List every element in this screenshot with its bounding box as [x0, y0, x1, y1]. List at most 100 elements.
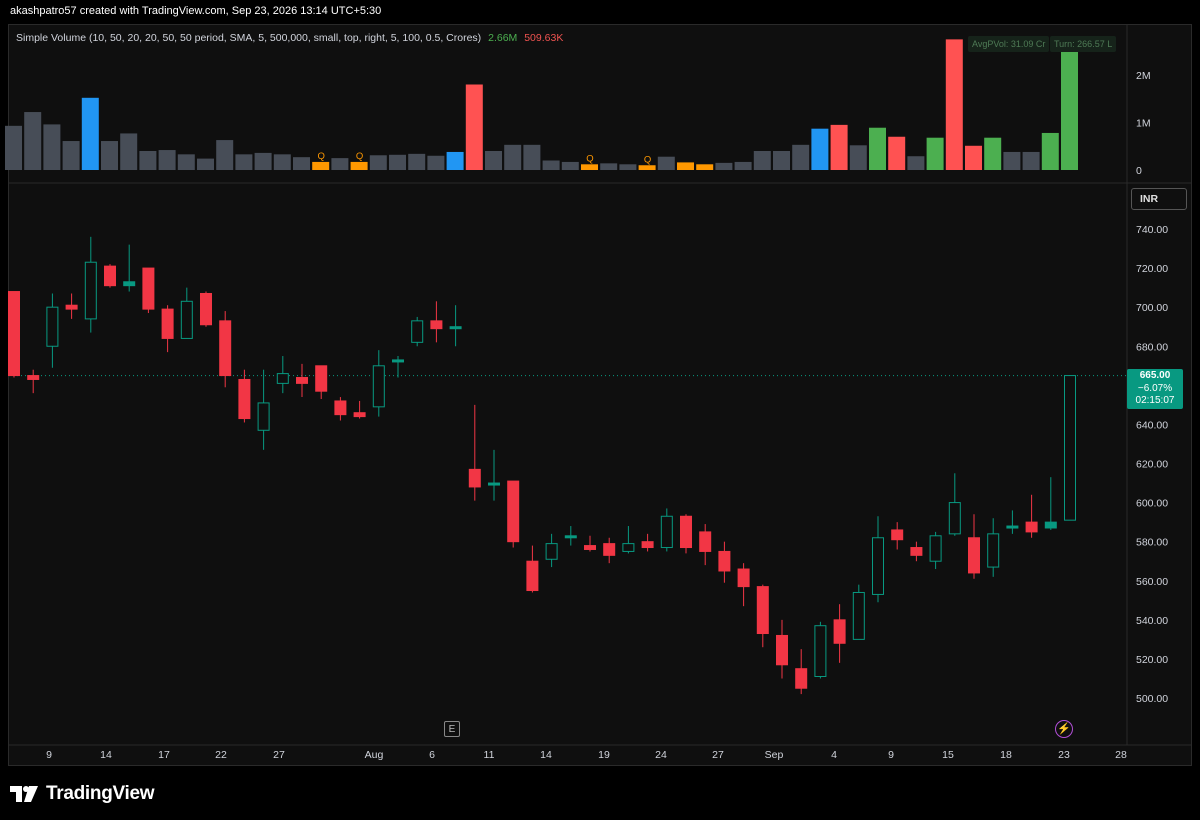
candle-body — [123, 281, 136, 287]
candle-body — [65, 304, 78, 310]
candle — [756, 584, 769, 648]
tv-logo-icon — [10, 786, 38, 802]
candle — [660, 508, 673, 552]
candle-body — [276, 373, 289, 384]
volume-bar — [561, 161, 579, 170]
volume-bar — [984, 137, 1002, 170]
chart-canvas[interactable]: Q Q Q Q 2M 1M 0 500.00 520.00 540.00 560.00 580.00 6… — [0, 0, 1200, 820]
candle — [833, 604, 846, 663]
candle — [334, 397, 347, 421]
candle-body — [488, 482, 500, 486]
volume-bar — [523, 144, 541, 170]
volume-bar — [389, 154, 406, 170]
candle-body — [296, 377, 308, 384]
time-tick-label: 27 — [273, 749, 285, 761]
volume-bar — [715, 162, 733, 170]
candle-body — [411, 320, 424, 343]
tradingview-logo[interactable]: TradingView — [10, 782, 155, 806]
candle — [987, 518, 1000, 577]
candle — [737, 563, 750, 607]
brand-name: TradingView — [46, 783, 155, 804]
candle-body — [180, 300, 193, 339]
candle-body — [315, 365, 328, 392]
price-tick-label: 700.00 — [1136, 302, 1168, 314]
candle — [257, 369, 270, 450]
currency-button[interactable]: INR — [1131, 188, 1187, 210]
volume-bar — [581, 164, 598, 170]
candle-body — [814, 625, 827, 678]
indicator-legend[interactable]: Simple Volume (10, 50, 20, 20, 50, 50 pe… — [16, 32, 563, 44]
time-tick-label: 23 — [1058, 749, 1070, 761]
time-tick-label: 14 — [540, 749, 552, 761]
time-tick-label: 18 — [1000, 749, 1012, 761]
price-tick-label: 680.00 — [1136, 341, 1168, 353]
candle — [392, 356, 404, 378]
volume-bar — [1003, 151, 1021, 170]
candle-body — [507, 480, 520, 543]
candle — [123, 244, 136, 292]
candle — [545, 533, 558, 568]
time-tick-label: Sep — [765, 749, 784, 761]
candle-body — [718, 550, 731, 572]
volume-bar — [638, 165, 656, 170]
avg-pvol-pill: AvgPVol: 31.09 Cr — [968, 36, 1050, 52]
candle-body — [468, 468, 481, 488]
candle — [296, 363, 308, 398]
candle-body — [142, 267, 155, 310]
volume-bar — [945, 39, 963, 170]
volume-bar — [888, 136, 906, 170]
volume-bar — [696, 164, 714, 170]
candle-body — [372, 365, 385, 408]
candle — [238, 369, 251, 423]
candle-body — [392, 359, 404, 363]
time-tick-label: 14 — [100, 749, 112, 761]
volume-bar — [926, 137, 944, 170]
volume-bar — [120, 133, 138, 170]
candle-body — [776, 634, 788, 666]
candle-body — [968, 537, 980, 574]
candle-body — [238, 378, 251, 420]
candle-body — [449, 326, 462, 330]
time-tick-label: 22 — [215, 749, 227, 761]
volume-bar — [216, 140, 234, 170]
candle-body — [699, 531, 712, 552]
candle-body — [46, 306, 59, 347]
candle-body — [334, 400, 347, 416]
volume-bar — [542, 160, 560, 170]
volume-bar — [600, 163, 618, 170]
candle-body — [27, 375, 40, 380]
volume-bar — [158, 150, 176, 170]
candle — [641, 533, 654, 552]
volume-bar — [177, 154, 195, 170]
earnings-marker[interactable]: E — [444, 721, 460, 737]
price-tick-label: 620.00 — [1136, 459, 1168, 471]
volume-bar — [907, 156, 925, 170]
volume-bar — [830, 124, 848, 170]
candle — [680, 514, 692, 554]
candle — [526, 545, 539, 593]
volume-bar — [1022, 151, 1040, 170]
candle — [948, 473, 961, 536]
quarter-marker: Q — [586, 153, 593, 164]
candle-body — [1044, 521, 1057, 529]
candle — [46, 293, 59, 368]
candle — [411, 316, 424, 347]
candle — [795, 649, 808, 695]
candle-body — [353, 412, 366, 418]
volume-bar — [408, 153, 426, 170]
candle — [353, 400, 366, 419]
volume-bar — [1041, 132, 1059, 170]
time-tick-label: 24 — [655, 749, 667, 761]
volume-bar — [24, 112, 42, 170]
volume-bar — [197, 158, 214, 170]
candle-body — [104, 265, 116, 287]
time-tick-label: Aug — [365, 749, 384, 761]
turnover-pill: Turn: 266.57 L — [1050, 36, 1117, 52]
candle-body — [852, 591, 865, 640]
volume-bar — [619, 164, 637, 170]
lightning-icon[interactable]: ⚡ — [1055, 720, 1073, 738]
candle — [929, 531, 942, 570]
candle-body — [430, 320, 443, 330]
time-tick-label: 15 — [942, 749, 954, 761]
price-tick-label: 720.00 — [1136, 263, 1168, 275]
